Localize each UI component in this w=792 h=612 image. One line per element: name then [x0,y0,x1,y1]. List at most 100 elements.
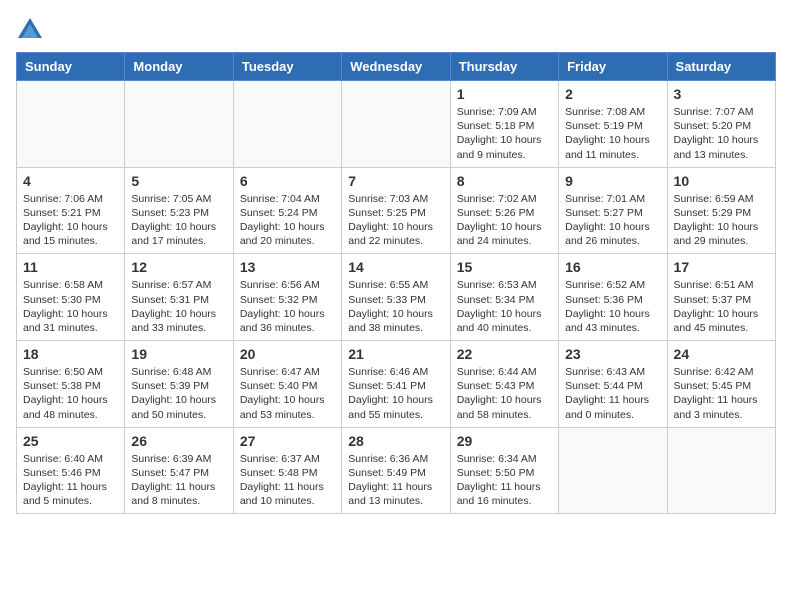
weekday-header-tuesday: Tuesday [233,53,341,81]
day-info: Sunrise: 7:07 AM Sunset: 5:20 PM Dayligh… [674,105,769,162]
empty-cell [125,81,233,168]
day-info: Sunrise: 6:59 AM Sunset: 5:29 PM Dayligh… [674,192,769,249]
day-info: Sunrise: 6:46 AM Sunset: 5:41 PM Dayligh… [348,365,443,422]
day-number: 15 [457,259,552,275]
day-info: Sunrise: 6:56 AM Sunset: 5:32 PM Dayligh… [240,278,335,335]
day-info: Sunrise: 6:43 AM Sunset: 5:44 PM Dayligh… [565,365,660,422]
day-info: Sunrise: 6:51 AM Sunset: 5:37 PM Dayligh… [674,278,769,335]
empty-cell [342,81,450,168]
day-number: 14 [348,259,443,275]
day-number: 21 [348,346,443,362]
day-number: 26 [131,433,226,449]
day-info: Sunrise: 6:48 AM Sunset: 5:39 PM Dayligh… [131,365,226,422]
day-number: 12 [131,259,226,275]
day-info: Sunrise: 7:08 AM Sunset: 5:19 PM Dayligh… [565,105,660,162]
day-cell-18: 18 Sunrise: 6:50 AM Sunset: 5:38 PM Dayli… [17,341,125,428]
day-cell-13: 13 Sunrise: 6:56 AM Sunset: 5:32 PM Dayli… [233,254,341,341]
day-cell-11: 11 Sunrise: 6:58 AM Sunset: 5:30 PM Dayli… [17,254,125,341]
day-cell-28: 28 Sunrise: 6:36 AM Sunset: 5:49 PM Dayli… [342,427,450,514]
day-number: 24 [674,346,769,362]
day-cell-5: 5 Sunrise: 7:05 AM Sunset: 5:23 PM Daylig… [125,167,233,254]
day-number: 16 [565,259,660,275]
day-cell-20: 20Sunrise: 6:47 AM Sunset: 5:40 PM Dayli… [233,341,341,428]
weekday-header-sunday: Sunday [17,53,125,81]
day-cell-19: 19 Sunrise: 6:48 AM Sunset: 5:39 PM Dayli… [125,341,233,428]
day-info: Sunrise: 6:39 AM Sunset: 5:47 PM Dayligh… [131,452,226,509]
day-cell-16: 16Sunrise: 6:52 AM Sunset: 5:36 PM Dayli… [559,254,667,341]
day-info: Sunrise: 7:06 AM Sunset: 5:21 PM Dayligh… [23,192,118,249]
calendar-body: 1 Sunrise: 7:09 AM Sunset: 5:18 PM Daylig… [17,81,776,514]
day-cell-15: 15 Sunrise: 6:53 AM Sunset: 5:34 PM Dayli… [450,254,558,341]
day-number: 25 [23,433,118,449]
day-info: Sunrise: 7:02 AM Sunset: 5:26 PM Dayligh… [457,192,552,249]
empty-cell [233,81,341,168]
day-number: 29 [457,433,552,449]
day-info: Sunrise: 6:58 AM Sunset: 5:30 PM Dayligh… [23,278,118,335]
day-cell-29: 29 Sunrise: 6:34 AM Sunset: 5:50 PM Dayli… [450,427,558,514]
day-cell-9: 9 Sunrise: 7:01 AM Sunset: 5:27 PM Daylig… [559,167,667,254]
day-number: 22 [457,346,552,362]
day-cell-24: 24 Sunrise: 6:42 AM Sunset: 5:45 PM Dayli… [667,341,775,428]
weekday-header-thursday: Thursday [450,53,558,81]
week-row-1: 1 Sunrise: 7:09 AM Sunset: 5:18 PM Daylig… [17,81,776,168]
weekday-header-saturday: Saturday [667,53,775,81]
day-number: 18 [23,346,118,362]
day-info: Sunrise: 6:55 AM Sunset: 5:33 PM Dayligh… [348,278,443,335]
day-cell-8: 8Sunrise: 7:02 AM Sunset: 5:26 PM Daylig… [450,167,558,254]
logo-icon [16,16,44,44]
day-cell-17: 17 Sunrise: 6:51 AM Sunset: 5:37 PM Dayli… [667,254,775,341]
day-info: Sunrise: 6:53 AM Sunset: 5:34 PM Dayligh… [457,278,552,335]
day-cell-10: 10 Sunrise: 6:59 AM Sunset: 5:29 PM Dayli… [667,167,775,254]
day-cell-4: 4 Sunrise: 7:06 AM Sunset: 5:21 PM Daylig… [17,167,125,254]
weekday-header-row: SundayMondayTuesdayWednesdayThursdayFrid… [17,53,776,81]
day-cell-27: 27 Sunrise: 6:37 AM Sunset: 5:48 PM Dayli… [233,427,341,514]
day-number: 11 [23,259,118,275]
day-info: Sunrise: 7:09 AM Sunset: 5:18 PM Dayligh… [457,105,552,162]
day-cell-12: 12Sunrise: 6:57 AM Sunset: 5:31 PM Dayli… [125,254,233,341]
day-number: 2 [565,86,660,102]
day-number: 27 [240,433,335,449]
day-number: 3 [674,86,769,102]
day-cell-25: 25 Sunrise: 6:40 AM Sunset: 5:46 PM Dayli… [17,427,125,514]
calendar-table: SundayMondayTuesdayWednesdayThursdayFrid… [16,52,776,514]
day-info: Sunrise: 6:47 AM Sunset: 5:40 PM Dayligh… [240,365,335,422]
day-number: 13 [240,259,335,275]
day-cell-23: 23 Sunrise: 6:43 AM Sunset: 5:44 PM Dayli… [559,341,667,428]
week-row-3: 11 Sunrise: 6:58 AM Sunset: 5:30 PM Dayli… [17,254,776,341]
day-info: Sunrise: 6:40 AM Sunset: 5:46 PM Dayligh… [23,452,118,509]
day-number: 5 [131,173,226,189]
day-cell-2: 2 Sunrise: 7:08 AM Sunset: 5:19 PM Daylig… [559,81,667,168]
day-number: 19 [131,346,226,362]
day-number: 28 [348,433,443,449]
day-info: Sunrise: 6:36 AM Sunset: 5:49 PM Dayligh… [348,452,443,509]
day-number: 10 [674,173,769,189]
day-number: 9 [565,173,660,189]
day-info: Sunrise: 6:34 AM Sunset: 5:50 PM Dayligh… [457,452,552,509]
day-cell-22: 22 Sunrise: 6:44 AM Sunset: 5:43 PM Dayli… [450,341,558,428]
weekday-header-friday: Friday [559,53,667,81]
day-number: 23 [565,346,660,362]
day-number: 7 [348,173,443,189]
day-info: Sunrise: 7:04 AM Sunset: 5:24 PM Dayligh… [240,192,335,249]
weekday-header-monday: Monday [125,53,233,81]
day-info: Sunrise: 7:03 AM Sunset: 5:25 PM Dayligh… [348,192,443,249]
day-number: 1 [457,86,552,102]
day-number: 6 [240,173,335,189]
day-cell-1: 1 Sunrise: 7:09 AM Sunset: 5:18 PM Daylig… [450,81,558,168]
day-info: Sunrise: 6:44 AM Sunset: 5:43 PM Dayligh… [457,365,552,422]
day-cell-14: 14 Sunrise: 6:55 AM Sunset: 5:33 PM Dayli… [342,254,450,341]
empty-cell [559,427,667,514]
day-info: Sunrise: 6:42 AM Sunset: 5:45 PM Dayligh… [674,365,769,422]
empty-cell [17,81,125,168]
day-info: Sunrise: 7:05 AM Sunset: 5:23 PM Dayligh… [131,192,226,249]
day-info: Sunrise: 6:50 AM Sunset: 5:38 PM Dayligh… [23,365,118,422]
day-number: 4 [23,173,118,189]
day-cell-21: 21 Sunrise: 6:46 AM Sunset: 5:41 PM Dayli… [342,341,450,428]
day-info: Sunrise: 7:01 AM Sunset: 5:27 PM Dayligh… [565,192,660,249]
week-row-4: 18 Sunrise: 6:50 AM Sunset: 5:38 PM Dayli… [17,341,776,428]
week-row-5: 25 Sunrise: 6:40 AM Sunset: 5:46 PM Dayli… [17,427,776,514]
day-info: Sunrise: 6:37 AM Sunset: 5:48 PM Dayligh… [240,452,335,509]
day-number: 17 [674,259,769,275]
logo [16,16,48,44]
empty-cell [667,427,775,514]
